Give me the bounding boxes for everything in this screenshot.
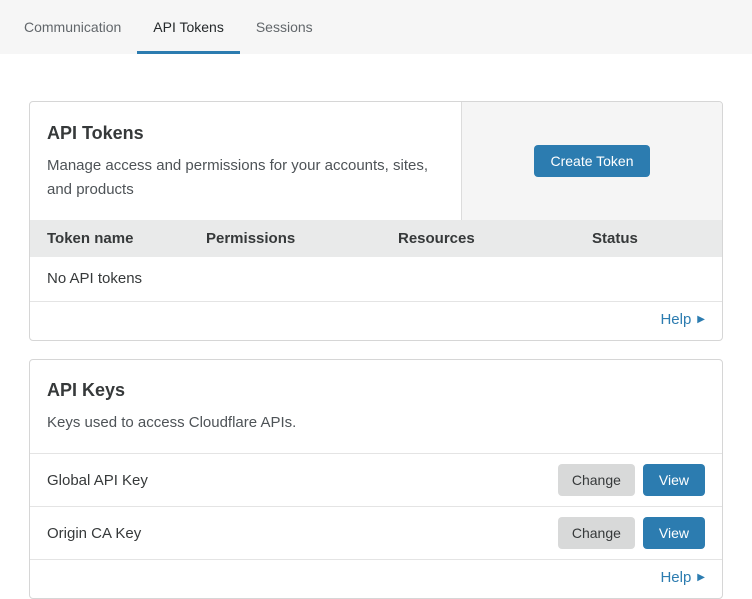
keys-card-footer: Help ▶ bbox=[30, 559, 722, 598]
api-tokens-title: API Tokens bbox=[47, 123, 443, 144]
keys-help-link[interactable]: Help ▶ bbox=[660, 569, 705, 586]
keys-help-arrow-icon: ▶ bbox=[697, 573, 705, 583]
column-header-permissions: Permissions bbox=[206, 230, 398, 247]
tab-sessions[interactable]: Sessions bbox=[240, 0, 329, 54]
api-keys-card-header: API Keys Keys used to access Cloudflare … bbox=[30, 360, 722, 453]
api-tokens-card-header: API Tokens Manage access and permissions… bbox=[30, 102, 722, 220]
column-header-token-name: Token name bbox=[47, 230, 206, 247]
api-keys-card: API Keys Keys used to access Cloudflare … bbox=[29, 359, 723, 599]
column-header-resources: Resources bbox=[398, 230, 592, 247]
tab-sessions-label: Sessions bbox=[256, 19, 313, 35]
keys-help-label: Help bbox=[660, 569, 691, 586]
global-api-key-change-button[interactable]: Change bbox=[558, 464, 635, 496]
key-name: Origin CA Key bbox=[47, 525, 558, 542]
api-keys-subtitle: Keys used to access Cloudflare APIs. bbox=[47, 411, 704, 435]
tokens-help-arrow-icon: ▶ bbox=[697, 315, 705, 325]
api-keys-title: API Keys bbox=[47, 380, 704, 401]
key-row-global-api-key: Global API Key Change View bbox=[30, 453, 722, 506]
api-tokens-card-header-text: API Tokens Manage access and permissions… bbox=[30, 102, 461, 220]
tokens-card-footer: Help ▶ bbox=[30, 301, 722, 340]
tokens-help-link[interactable]: Help ▶ bbox=[660, 311, 705, 328]
api-tokens-card: API Tokens Manage access and permissions… bbox=[29, 101, 723, 341]
tab-communication-label: Communication bbox=[24, 19, 121, 35]
origin-ca-key-view-button[interactable]: View bbox=[643, 517, 705, 549]
origin-ca-key-change-button[interactable]: Change bbox=[558, 517, 635, 549]
tab-communication[interactable]: Communication bbox=[8, 0, 137, 54]
key-row-origin-ca-key: Origin CA Key Change View bbox=[30, 506, 722, 559]
tokens-empty-row: No API tokens bbox=[30, 257, 722, 301]
tab-api-tokens[interactable]: API Tokens bbox=[137, 0, 240, 54]
api-tokens-card-header-action: Create Token bbox=[461, 102, 722, 220]
create-token-button[interactable]: Create Token bbox=[534, 145, 649, 177]
key-name: Global API Key bbox=[47, 472, 558, 489]
column-header-status: Status bbox=[592, 230, 722, 247]
tokens-table-header: Token name Permissions Resources Status bbox=[30, 220, 722, 257]
tokens-empty-text: No API tokens bbox=[47, 270, 142, 287]
tab-api-tokens-label: API Tokens bbox=[153, 19, 224, 35]
api-tokens-subtitle: Manage access and permissions for your a… bbox=[47, 154, 443, 202]
tab-bar: Communication API Tokens Sessions bbox=[0, 0, 752, 54]
global-api-key-view-button[interactable]: View bbox=[643, 464, 705, 496]
tokens-help-label: Help bbox=[660, 311, 691, 328]
page-content: API Tokens Manage access and permissions… bbox=[0, 54, 752, 599]
